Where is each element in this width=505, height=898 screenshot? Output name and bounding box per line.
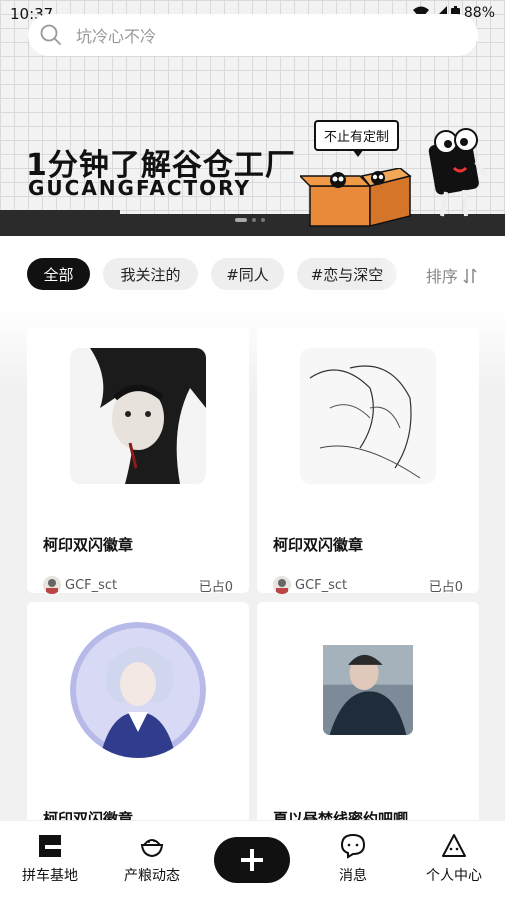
carousel-indicator: [235, 218, 265, 222]
post-grid: 柯印双闪徽章 GCF_sct 已占0 柯印双闪徽章 GCF_sct 已占0 柯印…: [0, 308, 505, 820]
carousel-dot: [261, 218, 265, 222]
carpool-icon: [39, 835, 61, 857]
speech-bubble: 不止有定制: [314, 120, 400, 157]
author-avatar: [273, 576, 291, 594]
card-image: [70, 348, 206, 484]
occupied-count: 已占0: [198, 580, 233, 595]
nav-messages[interactable]: 消息: [313, 833, 393, 885]
author-name: GCF_sct: [295, 577, 348, 593]
nav-label: 拼车基地: [22, 868, 78, 884]
sort-button[interactable]: 排序: [426, 263, 477, 287]
sort-icon: [463, 268, 477, 284]
occupied-count: 已占0: [428, 580, 463, 595]
bottom-nav: 拼车基地 产粮动态 消息 个人中心: [0, 820, 505, 898]
banner-subline: GUCANGFACTORY: [28, 176, 251, 200]
cardboard-box-illustration: [300, 168, 412, 227]
plus-icon: [241, 849, 263, 871]
search-icon: [40, 24, 61, 45]
author-avatar: [43, 576, 61, 594]
nav-label: 产粮动态: [124, 868, 180, 884]
carousel-dot: [252, 218, 256, 222]
profile-triangle-icon: [442, 834, 466, 857]
chip-scroll-fade: [380, 254, 420, 294]
filter-bar: 全部 我关注的 #同人 #恋与深空 排序: [0, 236, 505, 308]
nav-label: 个人中心: [426, 868, 482, 884]
search-placeholder: 坑冷心不冷: [76, 27, 157, 46]
post-card[interactable]: 柯印双闪徽章 GCF_sct 已占0: [27, 328, 249, 595]
post-card[interactable]: 柯印双闪徽章 GCF_sct 已占0: [257, 328, 479, 595]
nav-label: 消息: [339, 868, 367, 884]
card-title: 柯印双闪徽章: [43, 536, 134, 554]
filter-chip-all[interactable]: 全部: [27, 258, 90, 290]
carousel-dot-active: [235, 218, 247, 222]
nav-feed[interactable]: 产粮动态: [112, 833, 192, 885]
card-title: 夏以昼焚线密约吧唧: [273, 810, 409, 820]
card-author[interactable]: GCF_sct: [273, 576, 347, 594]
chat-bubble-icon: [340, 833, 366, 859]
filter-chip-doujin[interactable]: #同人: [211, 258, 284, 290]
card-image: [323, 645, 413, 735]
nav-profile[interactable]: 个人中心: [414, 833, 494, 885]
card-author[interactable]: GCF_sct: [43, 576, 117, 594]
filter-chip-following[interactable]: 我关注的: [103, 258, 198, 290]
card-image: [300, 348, 436, 484]
sort-label: 排序: [425, 267, 458, 286]
post-card[interactable]: 柯印双闪徽章: [27, 602, 249, 820]
card-title: 柯印双闪徽章: [273, 536, 364, 554]
rice-bowl-icon: [140, 839, 164, 858]
mascot-illustration: [428, 128, 488, 217]
nav-carpool[interactable]: 拼车基地: [10, 833, 90, 885]
create-post-button[interactable]: [214, 837, 290, 883]
post-card[interactable]: 夏以昼焚线密约吧唧: [257, 602, 479, 820]
card-title: 柯印双闪徽章: [43, 810, 134, 820]
search-bar[interactable]: 坑冷心不冷: [28, 14, 478, 56]
author-name: GCF_sct: [65, 577, 118, 593]
card-image: [70, 622, 206, 758]
